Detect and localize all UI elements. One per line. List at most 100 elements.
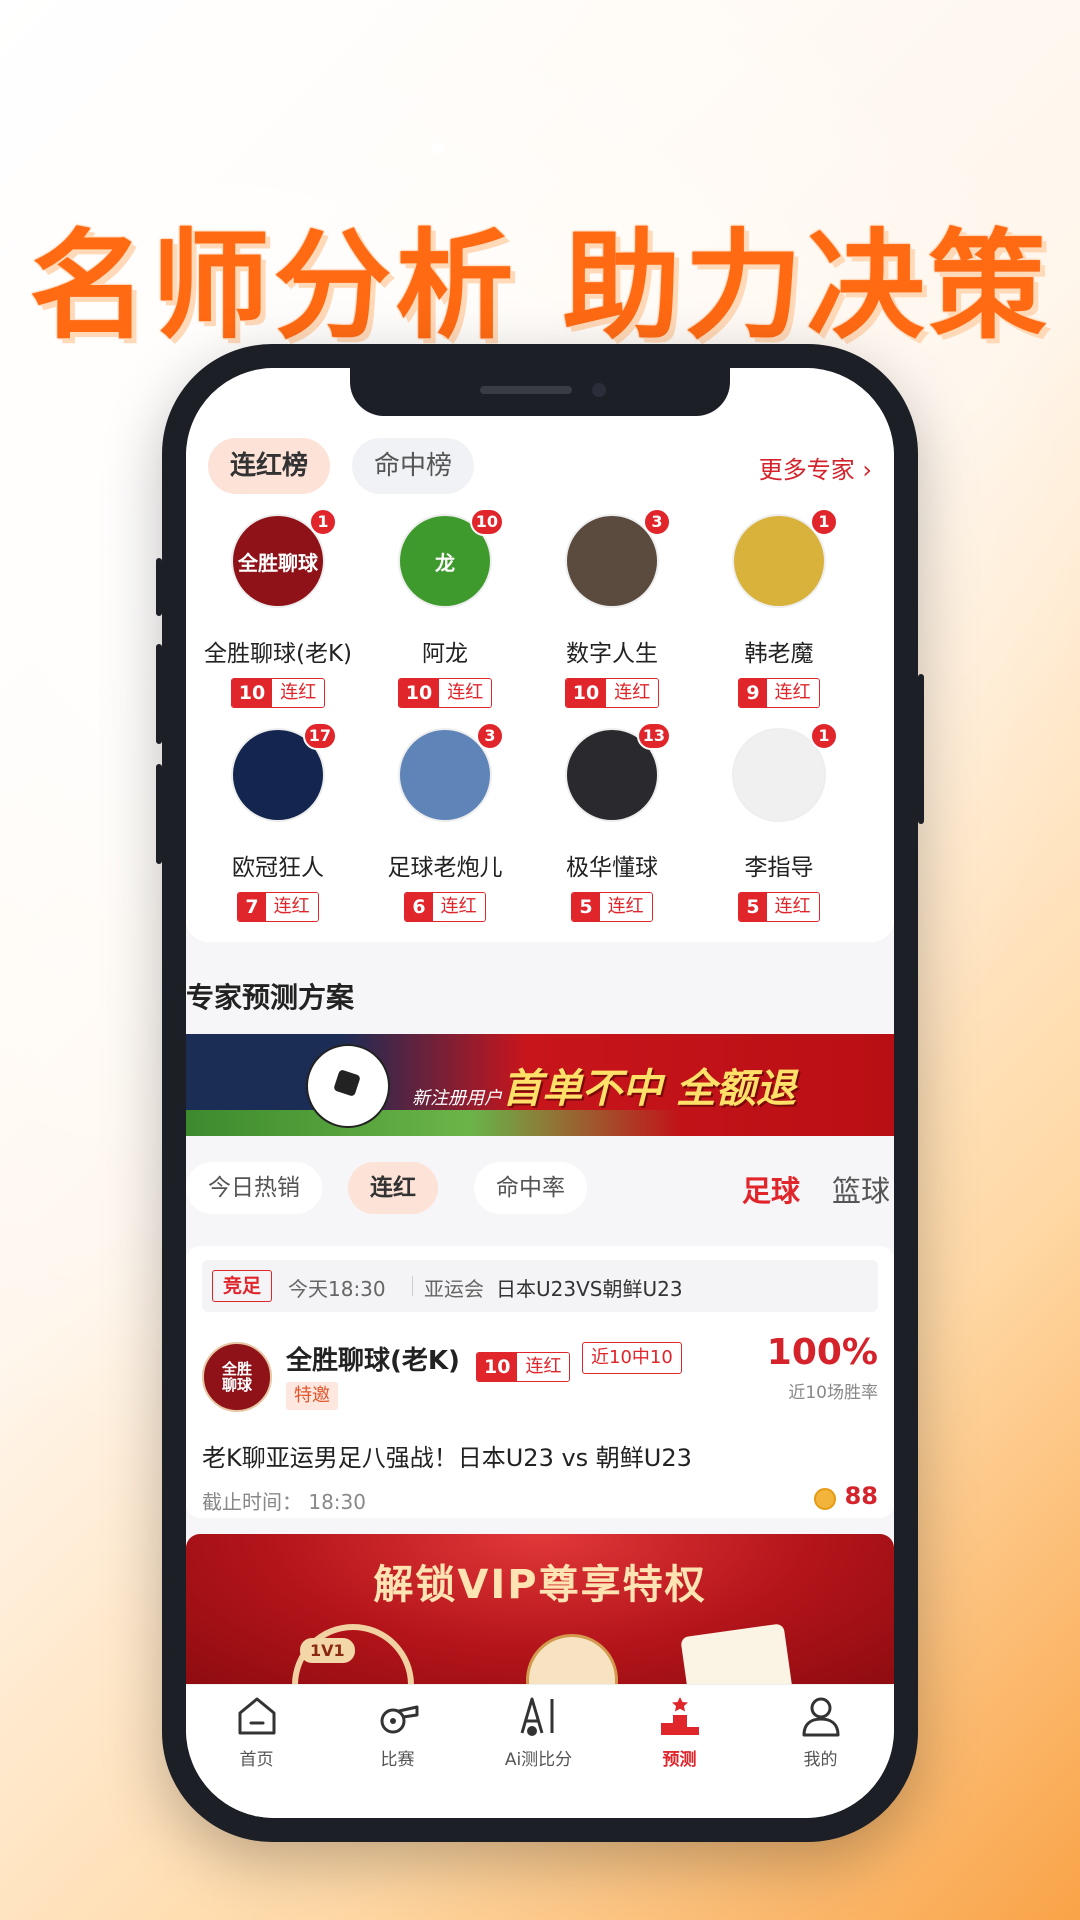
- win-rate-label: 近10场胜率: [788, 1383, 878, 1403]
- tab-mine[interactable]: 我的: [750, 1685, 891, 1785]
- expert-name: 欧冠狂人: [232, 855, 324, 881]
- expert-item[interactable]: 1 李指导 5 连红: [695, 722, 863, 922]
- phone-side-button: [156, 764, 162, 864]
- tab-streak-ranking[interactable]: 连红榜: [208, 438, 331, 494]
- ai-icon: [520, 1697, 553, 1736]
- streak-label: 连红: [432, 893, 485, 921]
- avatar-wrap: 1: [732, 508, 838, 608]
- expert-item[interactable]: 3 足球老炮儿 6 连红: [361, 722, 529, 922]
- expert-item[interactable]: 17 欧冠狂人 7 连红: [194, 722, 362, 922]
- tab-prediction[interactable]: 预测: [609, 1685, 750, 1785]
- streak-badge: 10 连红: [564, 678, 660, 708]
- expert-item[interactable]: 龙 10 阿龙 10 连红: [361, 508, 529, 708]
- count-badge: 1: [810, 508, 838, 536]
- plan-time: 今天18:30: [288, 1277, 386, 1301]
- vip-banner[interactable]: 解锁VIP尊享特权 1V1: [186, 1534, 894, 1684]
- streak-count: 10: [477, 1353, 518, 1381]
- special-badge: 特邀: [286, 1382, 338, 1410]
- avatar-wrap: 3: [565, 508, 671, 608]
- plan-streak-badge: 10 连红: [476, 1352, 571, 1382]
- streak-count: 9: [739, 679, 767, 707]
- more-experts-link[interactable]: 更多专家 ›: [759, 450, 872, 485]
- expert-name: 全胜聊球(老K): [203, 641, 353, 667]
- tab-hit-ranking[interactable]: 命中榜: [352, 438, 475, 494]
- banner-subtitle: 新注册用户: [412, 1088, 502, 1109]
- phone-side-button: [156, 558, 162, 616]
- decor-dot: [432, 142, 444, 154]
- plan-deadline: 截止时间： 18:30: [202, 1490, 366, 1514]
- tab-label: 我的: [803, 1750, 838, 1770]
- soccer-ball-icon: [306, 1044, 390, 1128]
- home-icon: [238, 1697, 275, 1735]
- banner-title: 首单不中 全额退: [502, 1066, 796, 1112]
- plan-title[interactable]: 老K聊亚运男足八强战！日本U23 vs 朝鲜U23: [202, 1438, 692, 1473]
- plan-league: 亚运会: [424, 1277, 484, 1301]
- ranking-card: 连红榜 命中榜 更多专家 › 全胜聊球 1 全胜聊球(老K) 10 连红龙 10 阿龙 10 连…: [186, 368, 894, 942]
- expert-name: 韩老魔: [744, 641, 814, 667]
- filter-hot-today[interactable]: 今日热销: [186, 1162, 322, 1214]
- promo-banner[interactable]: 新注册用户 首单不中 全额退: [186, 1034, 894, 1136]
- streak-count: 7: [238, 893, 266, 921]
- record-badge: 近10中10: [582, 1342, 682, 1374]
- expert-item[interactable]: 全胜聊球 1 全胜聊球(老K) 10 连红: [194, 508, 362, 708]
- expert-name: 李指导: [744, 855, 814, 881]
- plan-tag: 竞足: [212, 1270, 273, 1302]
- sport-football-tab[interactable]: 足球: [742, 1168, 800, 1210]
- avatar-logo-text: 全胜聊球: [238, 550, 318, 575]
- streak-count: 10: [398, 679, 440, 707]
- divider: [412, 1276, 413, 1296]
- streak-count: 10: [565, 679, 607, 707]
- expert-name: 足球老炮儿: [387, 855, 503, 881]
- streak-label: 连红: [439, 679, 492, 707]
- user-icon: [802, 1697, 839, 1737]
- avatar-wrap: 全胜聊球 1: [231, 508, 337, 608]
- expert-name: 数字人生: [566, 641, 658, 667]
- sport-basketball-tab[interactable]: 篮球: [832, 1168, 890, 1210]
- streak-badge: 10 连红: [230, 678, 326, 708]
- phone-frame: 连红榜 命中榜 更多专家 › 全胜聊球 1 全胜聊球(老K) 10 连红龙 10 阿龙 10 连…: [156, 344, 924, 1842]
- expert-name: 阿龙: [422, 641, 468, 667]
- tab-home[interactable]: 首页: [186, 1685, 327, 1785]
- whistle-icon: [380, 1705, 418, 1734]
- avatar[interactable]: 全胜 聊球: [202, 1342, 272, 1412]
- camera: [592, 383, 606, 397]
- tab-match[interactable]: 比赛: [327, 1685, 468, 1785]
- count-badge: 1: [810, 722, 838, 750]
- expert-item[interactable]: 1 韩老魔 9 连红: [695, 508, 863, 708]
- expert-name: 极华懂球: [566, 855, 658, 881]
- tab-label: 比赛: [380, 1750, 415, 1770]
- count-badge: 1: [309, 508, 337, 536]
- streak-badge: 6 连红: [404, 892, 486, 922]
- avatar-wrap: 1: [732, 722, 838, 822]
- streak-count: 10: [231, 679, 273, 707]
- count-badge: 3: [643, 508, 671, 536]
- streak-badge: 5 连红: [571, 892, 653, 922]
- phone-screen: 连红榜 命中榜 更多专家 › 全胜聊球 1 全胜聊球(老K) 10 连红龙 10 阿龙 10 连…: [186, 368, 894, 1818]
- phone-power-button: [918, 674, 924, 824]
- tab-label: Ai测比分: [504, 1750, 573, 1770]
- plan-match: 日本U23VS朝鲜U23: [496, 1277, 683, 1301]
- expert-item[interactable]: 13 极华懂球 5 连红: [528, 722, 696, 922]
- streak-label: 连红: [265, 893, 318, 921]
- tab-ai-score[interactable]: Ai测比分: [468, 1685, 609, 1785]
- podium-icon: [660, 1697, 699, 1735]
- plan-expert-name[interactable]: 全胜聊球(老K): [286, 1340, 460, 1377]
- plan-match-header: 竞足 今天18:30 亚运会 日本U23VS朝鲜U23: [202, 1260, 878, 1312]
- headline: 名师分析 助力决策: [29, 217, 1051, 355]
- tab-label: 首页: [239, 1750, 274, 1770]
- book-icon: [680, 1623, 796, 1684]
- expert-item[interactable]: 3 数字人生 10 连红: [528, 508, 696, 708]
- filter-hit-rate[interactable]: 命中率: [474, 1162, 587, 1214]
- avatar-logo-text: 全胜 聊球: [221, 1360, 252, 1394]
- globe-icon: [526, 1634, 618, 1684]
- streak-badge: 10 连红: [397, 678, 493, 708]
- count-badge: 17: [302, 722, 337, 750]
- streak-badge: 7 连红: [237, 892, 319, 922]
- plan-card[interactable]: 竞足 今天18:30 亚运会 日本U23VS朝鲜U23 全胜 聊球 全胜聊球(老…: [186, 1246, 894, 1518]
- streak-count: 6: [405, 893, 433, 921]
- streak-label: 连红: [606, 679, 659, 707]
- filter-streak[interactable]: 连红: [348, 1162, 438, 1214]
- streak-label: 连红: [766, 893, 819, 921]
- section-title: 专家预测方案: [186, 981, 355, 1014]
- phone-side-button: [156, 644, 162, 744]
